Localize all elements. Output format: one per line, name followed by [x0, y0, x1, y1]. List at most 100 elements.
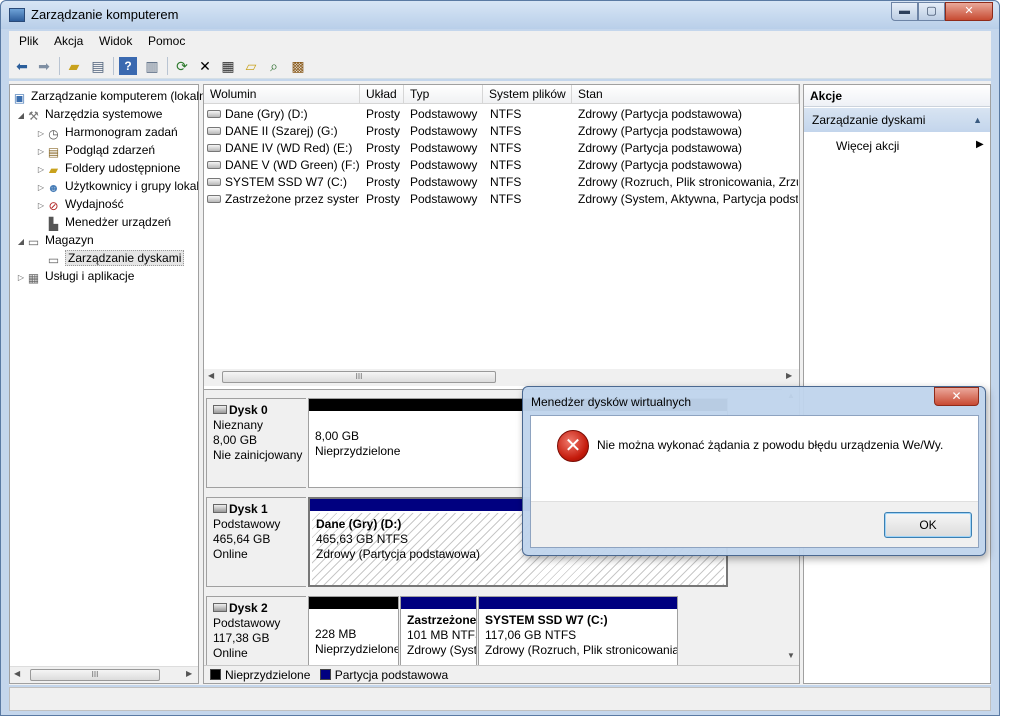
volume-row[interactable]: SYSTEM SSD W7 (C:) Prosty Podstawowy NTF… — [204, 174, 799, 191]
collapse-icon[interactable]: ◢ — [16, 233, 26, 251]
volume-icon — [207, 110, 221, 118]
navigation-tree: ▣ Zarządzanie komputerem (lokalny) ◢ ⚒ Narz… — [9, 84, 216, 684]
collapse-icon[interactable]: ◢ — [16, 107, 26, 125]
column-header-volume[interactable]: Wolumin — [204, 85, 360, 104]
tree-item-event-viewer[interactable]: ▷ ▤ Podgląd zdarzeń — [36, 141, 155, 159]
expand-icon[interactable]: ▷ — [36, 197, 46, 215]
scrollbar-thumb[interactable]: III — [222, 371, 496, 383]
disk-2-label[interactable]: Dysk 2 Podstawowy 117,38 GB Online — [206, 596, 306, 665]
tree-item-task-scheduler[interactable]: ▷ ◷ Harmonogram zadań — [36, 123, 178, 141]
more-actions-item[interactable]: Więcej akcji — [836, 137, 899, 155]
tree-item-services-applications[interactable]: ▷ ▦ Usługi i aplikacje — [16, 267, 134, 285]
performance-icon: ⊘ — [48, 199, 59, 213]
tree-item-disk-management[interactable]: ▭ Zarządzanie dyskami — [46, 249, 185, 267]
expand-icon[interactable]: ▷ — [36, 179, 46, 195]
tree-item-system-tools[interactable]: ◢ ⚒ Narzędzia systemowe — [16, 105, 162, 123]
dialog-body: ✕ Nie można wykonać żądania z powodu błę… — [530, 415, 979, 548]
tree-item-computer-management[interactable]: ▣ Zarządzanie komputerem (lokalny) — [12, 87, 216, 105]
menu-action[interactable]: Akcja — [54, 34, 83, 48]
forward-icon[interactable]: ➡ — [35, 57, 53, 75]
computer-icon: ▣ — [13, 91, 26, 105]
search-icon[interactable]: ⌕ — [265, 57, 283, 75]
services-icon: ▦ — [27, 271, 40, 285]
title-bar[interactable]: Zarządzanie komputerem ▬ ▢ ✕ — [1, 1, 999, 29]
partition-system-reserved[interactable]: Zastrzeżone 101 MB NTFS Zdrowy (System) — [400, 596, 477, 665]
scroll-right-icon[interactable]: ▶ — [786, 371, 792, 380]
column-header-type[interactable]: Typ — [404, 85, 483, 104]
expand-icon[interactable]: ▷ — [16, 269, 26, 287]
legend-swatch — [210, 669, 221, 680]
dialog-close-button[interactable]: ✕ — [934, 387, 979, 406]
event-viewer-icon: ▤ — [47, 145, 60, 159]
clock-icon: ◷ — [48, 127, 59, 141]
actions-header: Akcje — [804, 85, 990, 107]
tree-horizontal-scrollbar[interactable]: ◀ III ▶ — [10, 666, 198, 683]
volume-icon — [207, 127, 221, 135]
tree-item-local-users[interactable]: ▷ ☻ Użytkownicy i grupy lokalne — [36, 177, 198, 195]
toolbar-separator — [59, 57, 60, 75]
primary-partition-bar — [479, 597, 677, 609]
dialog-message: Nie można wykonać żądania z powodu błędu… — [597, 438, 944, 452]
actions-pane: Akcje Zarządzanie dyskami ▲ Więcej akcji… — [803, 84, 991, 684]
refresh-icon[interactable]: ⟳ — [173, 57, 191, 75]
open-icon[interactable]: ▱ — [242, 57, 260, 75]
disk-management-pane: Wolumin Układ Typ System plików Stan Dan… — [203, 84, 800, 684]
legend-swatch — [319, 669, 331, 680]
actions-section-disk-management[interactable]: Zarządzanie dyskami ▲ — [804, 108, 990, 132]
collapse-up-icon[interactable]: ▲ — [973, 108, 982, 132]
column-header-layout[interactable]: Układ — [360, 85, 404, 104]
partition-system-ssd[interactable]: SYSTEM SSD W7 (C:) 117,06 GB NTFS Zdrowy… — [478, 596, 678, 665]
column-header-status[interactable]: Stan — [572, 85, 799, 104]
scroll-left-icon[interactable]: ◀ — [14, 669, 20, 678]
disk-management-icon: ▭ — [47, 253, 60, 267]
volume-row[interactable]: DANE V (WD Green) (F:) Prosty Podstawowy… — [204, 157, 799, 174]
menu-view[interactable]: Widok — [99, 34, 132, 48]
wizard-icon[interactable]: ▩ — [289, 57, 307, 75]
show-tree-icon[interactable]: ▤ — [89, 57, 107, 75]
scroll-left-icon[interactable]: ◀ — [208, 371, 214, 380]
volume-row[interactable]: DANE IV (WD Red) (E:) Prosty Podstawowy … — [204, 140, 799, 157]
tree-item-storage[interactable]: ◢ ▭ Magazyn — [16, 231, 94, 249]
scroll-right-icon[interactable]: ▶ — [186, 669, 192, 678]
tree-item-performance[interactable]: ▷ ⊘ Wydajność — [36, 195, 124, 213]
legend-item-primary: Partycja podstawowa — [319, 668, 448, 682]
action-pane-icon[interactable]: ▥ — [143, 57, 161, 75]
partition-unallocated[interactable]: 228 MB Nieprzydzielone — [308, 596, 399, 665]
ok-button[interactable]: OK — [884, 512, 972, 538]
volume-icon — [207, 178, 221, 186]
properties-icon[interactable]: ▦ — [219, 57, 237, 75]
primary-partition-bar — [401, 597, 476, 609]
disk-icon — [213, 504, 227, 513]
menu-help[interactable]: Pomoc — [148, 34, 185, 48]
volume-icon — [207, 195, 221, 203]
volume-list-horizontal-scrollbar[interactable]: ◀ III ▶ — [204, 369, 799, 386]
volume-icon — [207, 161, 221, 169]
up-folder-icon[interactable]: ▰ — [65, 57, 83, 75]
menu-file[interactable]: Plik — [19, 34, 38, 48]
volume-row[interactable]: DANE II (Szarej) (G:) Prosty Podstawowy … — [204, 123, 799, 140]
help-icon[interactable]: ? — [119, 57, 137, 75]
dialog-footer: OK — [531, 501, 978, 547]
minimize-button[interactable]: ▬ — [891, 2, 918, 21]
submenu-arrow-icon: ▶ — [976, 139, 984, 150]
device-manager-icon: ▙ — [48, 217, 59, 231]
column-header-filesystem[interactable]: System plików — [483, 85, 572, 104]
main-content: ▣ Zarządzanie komputerem (lokalny) ◢ ⚒ Narz… — [9, 81, 991, 685]
volume-icon — [207, 144, 221, 152]
delete-icon[interactable]: ✕ — [196, 57, 214, 75]
volume-row[interactable]: Zastrzeżone przez system Prosty Podstawo… — [204, 191, 799, 208]
disk-1-label[interactable]: Dysk 1 Podstawowy 465,64 GB Online — [206, 497, 306, 587]
error-icon: ✕ — [557, 430, 589, 462]
close-window-button[interactable]: ✕ — [945, 2, 993, 21]
tree-item-device-manager[interactable]: ▙ Menedżer urządzeń — [46, 213, 171, 231]
toolbar: ⬅ ➡ ▰ ▤ ? ▥ ⟳ ✕ ▦ ▱ ⌕ ▩ — [9, 53, 991, 79]
disk-0-label[interactable]: Dysk 0 Nieznany 8,00 GB Nie zainicjowany — [206, 398, 306, 488]
scroll-down-icon[interactable]: ▼ — [787, 651, 795, 660]
volume-row[interactable]: Dane (Gry) (D:) Prosty Podstawowy NTFS Z… — [204, 106, 799, 123]
status-bar — [9, 687, 991, 711]
tree-item-shared-folders[interactable]: ▷ ▰ Foldery udostępnione — [36, 159, 181, 177]
scrollbar-thumb[interactable]: III — [30, 669, 160, 681]
shared-folder-icon: ▰ — [48, 163, 59, 177]
back-icon[interactable]: ⬅ — [13, 57, 31, 75]
maximize-button[interactable]: ▢ — [918, 2, 945, 21]
